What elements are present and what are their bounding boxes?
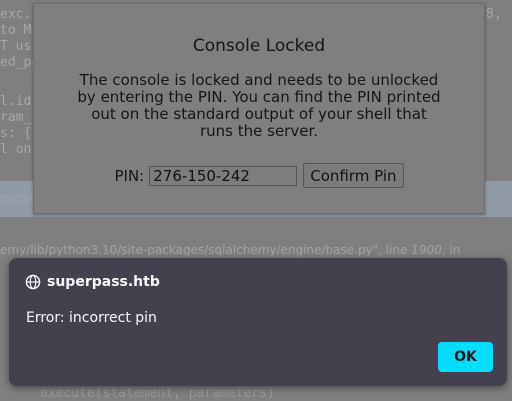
traceback-code-line: execute(statement, parameters)	[40, 386, 275, 401]
code-line: l.id	[0, 94, 32, 109]
code-line: to M	[0, 23, 32, 38]
traceback-file-line: emy/lib/python3.10/site-packages/sqlalch…	[0, 243, 460, 257]
alert-message: Error: incorrect pin	[26, 310, 157, 326]
dialog-message: The console is locked and needs to be un…	[77, 71, 441, 140]
pin-label: PIN:	[114, 166, 145, 185]
traceback-header-text: most	[0, 191, 35, 207]
ok-button[interactable]: OK	[438, 342, 493, 372]
console-locked-dialog: Console Locked The console is locked and…	[33, 3, 485, 214]
code-fragment-right: 8, (	[486, 7, 502, 22]
code-line: l on	[0, 142, 32, 157]
alert-site: superpass.htb	[47, 274, 160, 290]
file-path: emy/lib/python3.10/site-packages/sqlalch…	[0, 243, 412, 257]
alert-header: superpass.htb	[25, 274, 160, 290]
globe-icon	[25, 274, 41, 290]
file-suffix: , in	[441, 243, 461, 257]
file-line-number: 1900	[411, 243, 442, 257]
code-line: exc.	[0, 7, 32, 22]
code-line: T us	[0, 39, 32, 54]
code-line: ram_	[0, 110, 32, 125]
pin-form: PIN: Confirm Pin	[34, 163, 484, 188]
confirm-pin-button[interactable]: Confirm Pin	[303, 163, 404, 188]
dialog-title: Console Locked	[192, 36, 326, 56]
browser-alert-dialog: superpass.htb Error: incorrect pin OK	[9, 258, 507, 386]
pin-input[interactable]	[149, 165, 298, 186]
